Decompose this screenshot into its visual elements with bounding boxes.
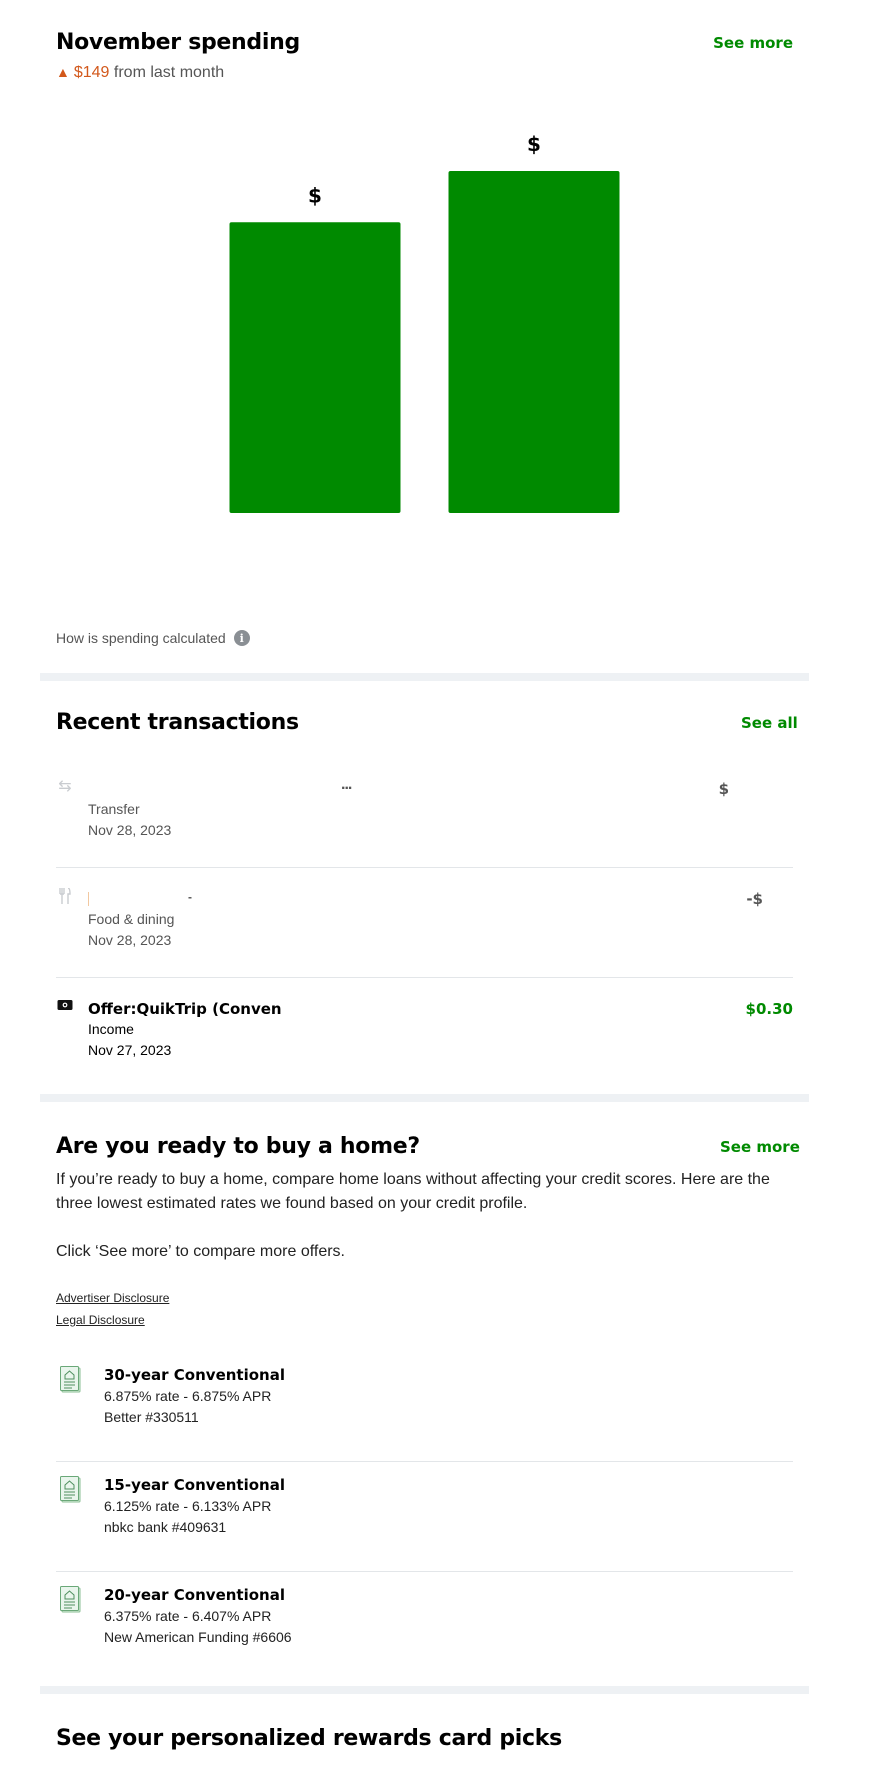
spending-section: November spending See more ▲ $149 from la…	[40, 0, 809, 595]
transaction-more: ...	[341, 776, 352, 793]
transaction-more: -	[188, 890, 192, 904]
transaction-date: Nov 27, 2023	[88, 1042, 172, 1058]
transaction-date: Nov 28, 2023	[88, 932, 172, 948]
chart-bar[interactable]	[229, 222, 401, 514]
home-see-more-link[interactable]: See more	[720, 1138, 800, 1156]
transaction-category: Food & dining	[88, 911, 175, 927]
money-bill-icon	[57, 1000, 73, 1010]
transaction-amount: $0.30	[745, 1000, 793, 1018]
transaction-date: Nov 28, 2023	[88, 822, 172, 838]
transaction-row[interactable]: ⇆ ... Transfer Nov 28, 2023 $	[56, 758, 793, 868]
transaction-name: Offer:QuikTrip (Conven	[88, 1000, 282, 1018]
chart-bar[interactable]	[448, 171, 620, 513]
spending-title: November spending	[56, 30, 300, 55]
transaction-amount: $	[718, 780, 729, 798]
how-calculated-row[interactable]: How is spending calculated i	[56, 630, 250, 646]
spending-bar-chart: $Oct$Nov 29	[229, 132, 620, 514]
loan-offer-row[interactable]: 30-year Conventional 6.875% rate - 6.875…	[56, 1352, 793, 1462]
delta-text: from last month	[113, 64, 225, 81]
transaction-amount: -$	[746, 890, 763, 908]
home-cta-text: Click ‘See more’ to compare more offers.	[56, 1243, 345, 1260]
transaction-row[interactable]: Offer:QuikTrip (Conven Income Nov 27, 20…	[56, 978, 793, 1088]
rewards-title: See your personalized rewards card picks	[56, 1726, 562, 1751]
page: November spending See more ▲ $149 from la…	[0, 0, 891, 1766]
loan-rate: 6.875% rate - 6.875% APR	[104, 1388, 272, 1404]
chart-value-label: $	[308, 183, 322, 207]
loan-lender: New American Funding #6606	[104, 1629, 292, 1645]
loan-title: 15-year Conventional	[104, 1476, 285, 1494]
home-loan-document-icon	[60, 1586, 81, 1613]
home-description: If you’re ready to buy a home, compare h…	[56, 1171, 770, 1212]
loan-offer-row[interactable]: 15-year Conventional 6.125% rate - 6.133…	[56, 1462, 793, 1572]
delta-amount: $149	[73, 64, 110, 81]
up-arrow-icon: ▲	[56, 64, 70, 80]
home-title: Are you ready to buy a home?	[56, 1134, 420, 1159]
chart-value-label: $	[527, 132, 541, 156]
advertiser-disclosure-link[interactable]: Advertiser Disclosure	[56, 1291, 169, 1305]
section-divider	[40, 1094, 809, 1102]
loan-rate: 6.375% rate - 6.407% APR	[104, 1608, 272, 1624]
section-divider	[40, 673, 809, 681]
transaction-category: Income	[88, 1021, 134, 1037]
legal-disclosure-link[interactable]: Legal Disclosure	[56, 1313, 145, 1327]
transactions-title: Recent transactions	[56, 710, 299, 735]
how-calculated-text: How is spending calculated	[56, 630, 226, 646]
loan-title: 20-year Conventional	[104, 1586, 285, 1604]
home-loan-document-icon	[60, 1366, 81, 1393]
transaction-row[interactable]: - Food & dining Nov 28, 2023 -$	[56, 868, 793, 978]
info-icon[interactable]: i	[233, 630, 250, 646]
loan-lender: Better #330511	[104, 1409, 199, 1425]
spending-see-more-link[interactable]: See more	[713, 34, 793, 52]
loan-offer-row[interactable]: 20-year Conventional 6.375% rate - 6.407…	[56, 1572, 793, 1682]
loan-title: 30-year Conventional	[104, 1366, 285, 1384]
transfer-icon: ⇆	[58, 778, 72, 795]
loan-lender: nbkc bank #409631	[104, 1519, 227, 1535]
see-all-link[interactable]: See all	[741, 714, 798, 732]
redaction-mark	[88, 892, 89, 906]
fork-knife-icon	[59, 887, 71, 904]
spending-delta: ▲ $149 from last month	[56, 64, 224, 82]
cash-icon	[56, 998, 74, 1016]
dining-icon	[56, 887, 74, 906]
section-divider	[40, 1686, 809, 1694]
loan-rate: 6.125% rate - 6.133% APR	[104, 1498, 272, 1514]
transaction-category: Transfer	[88, 801, 140, 817]
home-loan-document-icon	[60, 1476, 81, 1503]
